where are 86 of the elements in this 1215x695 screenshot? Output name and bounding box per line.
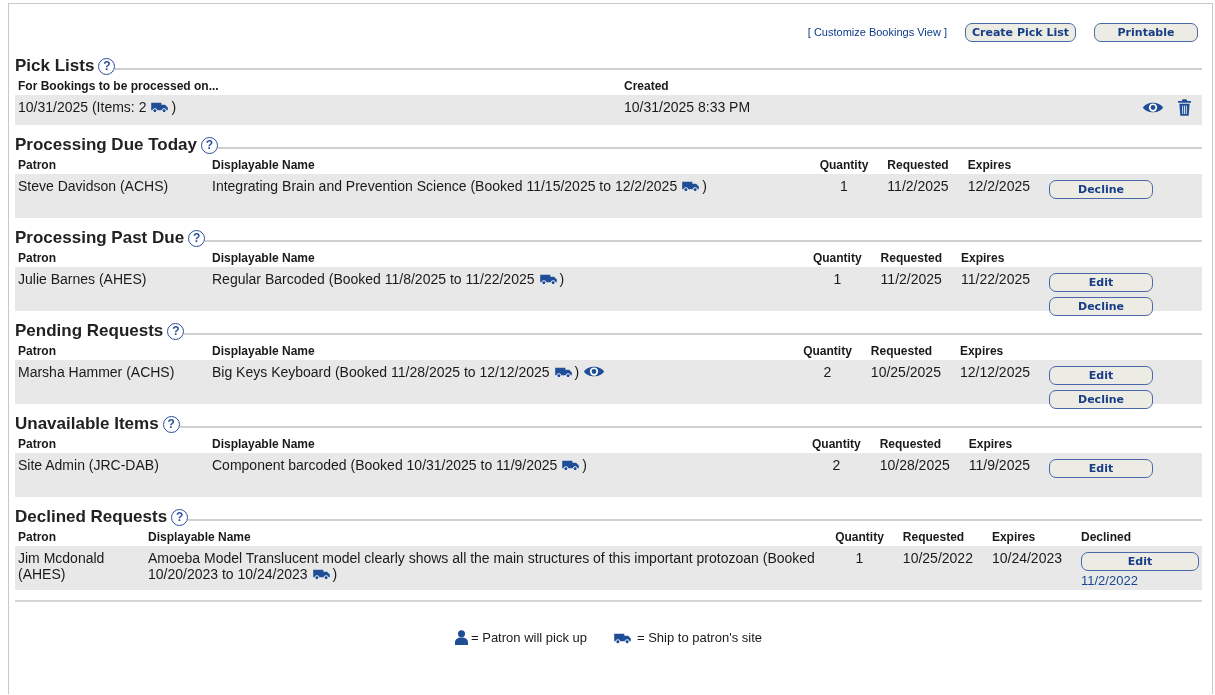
column-header: For Bookings to be processed on... bbox=[18, 79, 219, 93]
row-action-button[interactable]: Decline bbox=[1049, 390, 1153, 409]
declined-date: 11/2/2022 bbox=[1081, 573, 1138, 588]
column-header: Expires bbox=[967, 158, 1012, 172]
column-header: Quantity bbox=[835, 530, 884, 544]
expires-date: 12/2/2025 bbox=[967, 178, 1030, 194]
column-header: Patron bbox=[18, 437, 56, 451]
eye-icon[interactable] bbox=[1142, 100, 1164, 115]
patron-name: Steve Davidson (ACHS) bbox=[18, 178, 169, 194]
row-action-button[interactable]: Decline bbox=[1049, 297, 1153, 316]
section-title: Pending Requests bbox=[15, 321, 164, 341]
item-name: Integrating Brain and Prevention Science (Booked 11/15/2025 to 12/2/2025 bbox=[212, 178, 678, 194]
created-time: 10/31/2025 8:33 PM bbox=[624, 99, 751, 115]
column-header: Requested bbox=[879, 437, 942, 451]
column-header: Requested bbox=[887, 158, 949, 172]
item-name: Amoeba Model Translucent model clearly shows all the main structures of this important protozoan (Booked bbox=[148, 550, 815, 566]
eye-icon[interactable] bbox=[583, 364, 606, 379]
section-title: Processing Due Today bbox=[15, 135, 197, 155]
section-title: Declined Requests bbox=[15, 507, 168, 527]
column-header: Expires bbox=[968, 437, 1013, 451]
column-header: Quantity bbox=[812, 251, 862, 265]
customize-link[interactable]: [ Customize Bookings View ] bbox=[807, 26, 947, 38]
section-title: Pick Lists bbox=[15, 56, 95, 76]
patron-name: Marsha Hammer (ACHS) bbox=[18, 364, 175, 380]
column-header: Created bbox=[624, 79, 669, 93]
column-header: Displayable Name bbox=[148, 530, 251, 544]
column-header: Quantity bbox=[803, 344, 852, 358]
legend-text: = Patron will pick up bbox=[471, 630, 587, 645]
item-name: Regular Barcoded (Booked 11/8/2025 to 11/22/2025 bbox=[212, 271, 535, 287]
section-title: Processing Past Due bbox=[15, 228, 185, 248]
toolbar-button[interactable]: Printable bbox=[1094, 22, 1198, 42]
expires-date: 12/12/2025 bbox=[959, 364, 1030, 380]
column-header: Declined bbox=[1081, 530, 1131, 544]
column-header: Requested bbox=[880, 251, 942, 265]
quantity: 2 bbox=[823, 364, 832, 380]
person-icon bbox=[455, 630, 468, 645]
quantity: 1 bbox=[840, 178, 848, 194]
column-header: Patron bbox=[18, 530, 56, 544]
trash-icon[interactable] bbox=[1178, 99, 1191, 116]
requested-date: 11/2/2025 bbox=[887, 178, 949, 194]
toolbar-button[interactable]: Create Pick List bbox=[965, 22, 1076, 42]
expires-date: 11/22/2025 bbox=[960, 271, 1030, 287]
closing-paren: ) bbox=[559, 271, 565, 287]
requested-date: 10/25/2022 bbox=[902, 550, 973, 566]
column-header: Requested bbox=[870, 344, 933, 358]
closing-paren: ) bbox=[332, 566, 338, 582]
legend-text: = Ship to patron's site bbox=[637, 630, 762, 645]
item-name: Big Keys Keyboard (Booked 11/28/2025 to 12/12/2025 bbox=[212, 364, 550, 380]
column-header: Patron bbox=[18, 344, 56, 358]
column-header: Patron bbox=[18, 251, 56, 265]
quantity: 1 bbox=[855, 550, 864, 566]
patron-name: Site Admin (JRC-DAB) bbox=[18, 457, 159, 473]
closing-paren: ) bbox=[171, 99, 177, 115]
requested-date: 10/28/2025 bbox=[879, 457, 950, 473]
row-action-button[interactable]: Edit bbox=[1081, 552, 1199, 571]
column-header: Quantity bbox=[812, 437, 861, 451]
pick-list-date: 10/31/2025 (Items: 2 bbox=[18, 99, 147, 115]
row-action-button[interactable]: Decline bbox=[1049, 180, 1153, 199]
column-header: Expires bbox=[960, 251, 1005, 265]
column-header: Expires bbox=[959, 344, 1004, 358]
patron-name: Jim Mcdonald (AHES) bbox=[18, 550, 105, 582]
column-header: Quantity bbox=[819, 158, 869, 172]
expires-date: 11/9/2025 bbox=[968, 457, 1030, 473]
row-action-button[interactable]: Edit bbox=[1049, 273, 1153, 292]
quantity: 2 bbox=[832, 457, 841, 473]
column-header: Expires bbox=[991, 530, 1036, 544]
quantity: 1 bbox=[833, 271, 842, 287]
column-header: Displayable Name bbox=[212, 158, 315, 172]
row-action-button[interactable]: Edit bbox=[1049, 459, 1153, 478]
row-action-button[interactable]: Edit bbox=[1049, 366, 1153, 385]
patron-name: Julie Barnes (AHES) bbox=[18, 271, 147, 287]
closing-paren: ) bbox=[702, 178, 707, 194]
closing-paren: ) bbox=[582, 457, 587, 473]
column-header: Requested bbox=[902, 530, 965, 544]
section-title: Unavailable Items bbox=[15, 414, 159, 434]
requested-date: 11/2/2025 bbox=[880, 271, 942, 287]
column-header: Patron bbox=[18, 158, 56, 172]
item-name: 10/20/2023 to 10/24/2023 bbox=[148, 566, 308, 582]
column-header: Displayable Name bbox=[212, 344, 315, 358]
closing-paren: ) bbox=[574, 364, 580, 380]
expires-date: 10/24/2023 bbox=[991, 550, 1062, 566]
column-header: Displayable Name bbox=[212, 437, 315, 451]
item-name: Component barcoded (Booked 10/31/2025 to 11/9/2025 bbox=[212, 457, 558, 473]
column-header: Displayable Name bbox=[212, 251, 315, 265]
truck-icon bbox=[613, 631, 632, 644]
requested-date: 10/25/2025 bbox=[870, 364, 941, 380]
